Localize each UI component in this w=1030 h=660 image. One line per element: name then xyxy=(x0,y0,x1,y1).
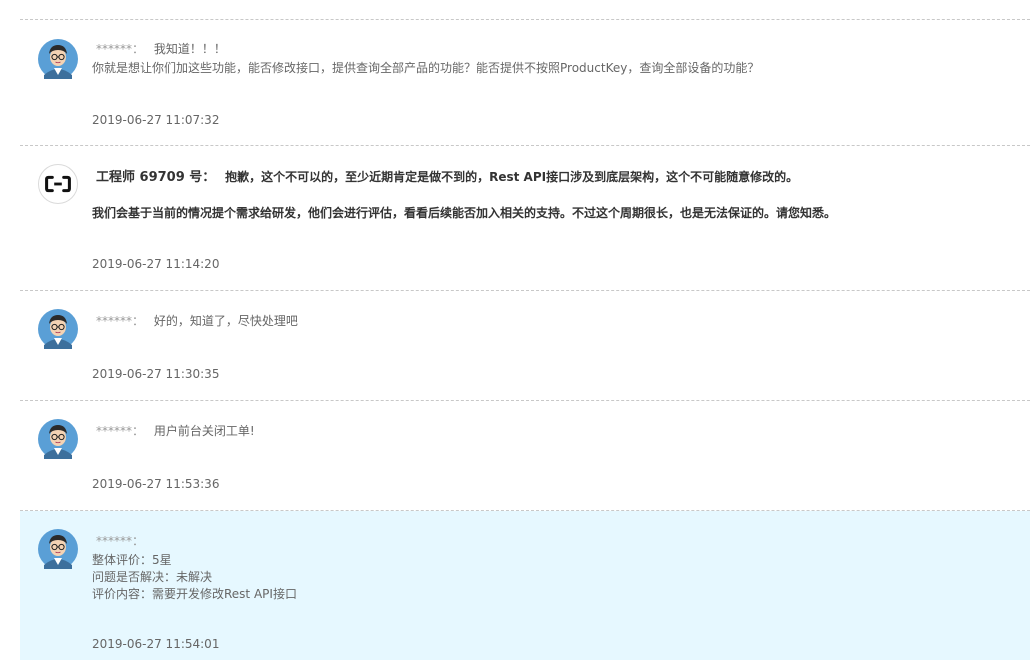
message-header: ******： 好的，知道了，尽快处理吧 xyxy=(96,313,298,329)
message-header: ******： xyxy=(96,533,150,549)
message-header: ******： 我知道！！！ xyxy=(96,41,226,57)
review-comment: 评价内容：需要开发修改Rest API接口 xyxy=(92,587,297,601)
sender-name: ******： xyxy=(96,534,145,548)
message-content: 抱歉，这个不可以的，至少近期肯定是做不到的，Rest API接口涉及到底层架构，… xyxy=(225,170,799,184)
message-header: 工程师 69709 号： 抱歉，这个不可以的，至少近期肯定是做不到的，Rest … xyxy=(96,169,798,186)
message-item: 工程师 69709 号： 抱歉，这个不可以的，至少近期肯定是做不到的，Rest … xyxy=(20,146,1030,291)
user-avatar-icon xyxy=(38,309,78,349)
message-content: 我知道！！！ xyxy=(153,42,226,56)
sender-name: ******： xyxy=(96,314,145,328)
message-item: ******： 好的，知道了，尽快处理吧 2019-06-27 11:30:35 xyxy=(20,291,1030,401)
review-resolved: 问题是否解决：未解决 xyxy=(92,570,213,584)
user-avatar-icon xyxy=(38,419,78,459)
message-content: 好的，知道了，尽快处理吧 xyxy=(153,314,298,328)
message-time: 2019-06-27 11:54:01 xyxy=(92,637,220,651)
sender-name: ******： xyxy=(96,42,145,56)
review-rating: 整体评价：5星 xyxy=(92,553,172,567)
message-header: ******： 用户前台关闭工单! xyxy=(96,423,255,439)
message-item: ******： 我知道！！！ 你就是想让你们加这些功能，能否修改接口，提供查询全… xyxy=(20,19,1030,146)
sender-name: ******： xyxy=(96,424,145,438)
message-content: 用户前台关闭工单! xyxy=(153,424,255,438)
user-avatar-icon xyxy=(38,39,78,79)
message-time: 2019-06-27 11:07:32 xyxy=(92,113,220,127)
message-line: 你就是想让你们加这些功能，能否修改接口，提供查询全部产品的功能？能否提供不按照P… xyxy=(92,61,760,75)
message-time: 2019-06-27 11:53:36 xyxy=(92,477,220,491)
message-item: ******： 用户前台关闭工单! 2019-06-27 11:53:36 xyxy=(20,401,1030,511)
ticket-thread: ******： 我知道！！！ 你就是想让你们加这些功能，能否修改接口，提供查询全… xyxy=(0,0,1030,660)
message-item-review: ******： 整体评价：5星 问题是否解决：未解决 评价内容：需要开发修改Re… xyxy=(20,511,1030,660)
message-line: 我们会基于当前的情况提个需求给研发，他们会进行评估，看看后续能否加入相关的支持。… xyxy=(92,206,837,220)
message-time: 2019-06-27 11:30:35 xyxy=(92,367,220,381)
user-avatar-icon xyxy=(38,529,78,569)
aliyun-logo-icon xyxy=(38,164,78,204)
message-time: 2019-06-27 11:14:20 xyxy=(92,257,220,271)
engineer-name: 工程师 69709 号： xyxy=(96,170,216,185)
